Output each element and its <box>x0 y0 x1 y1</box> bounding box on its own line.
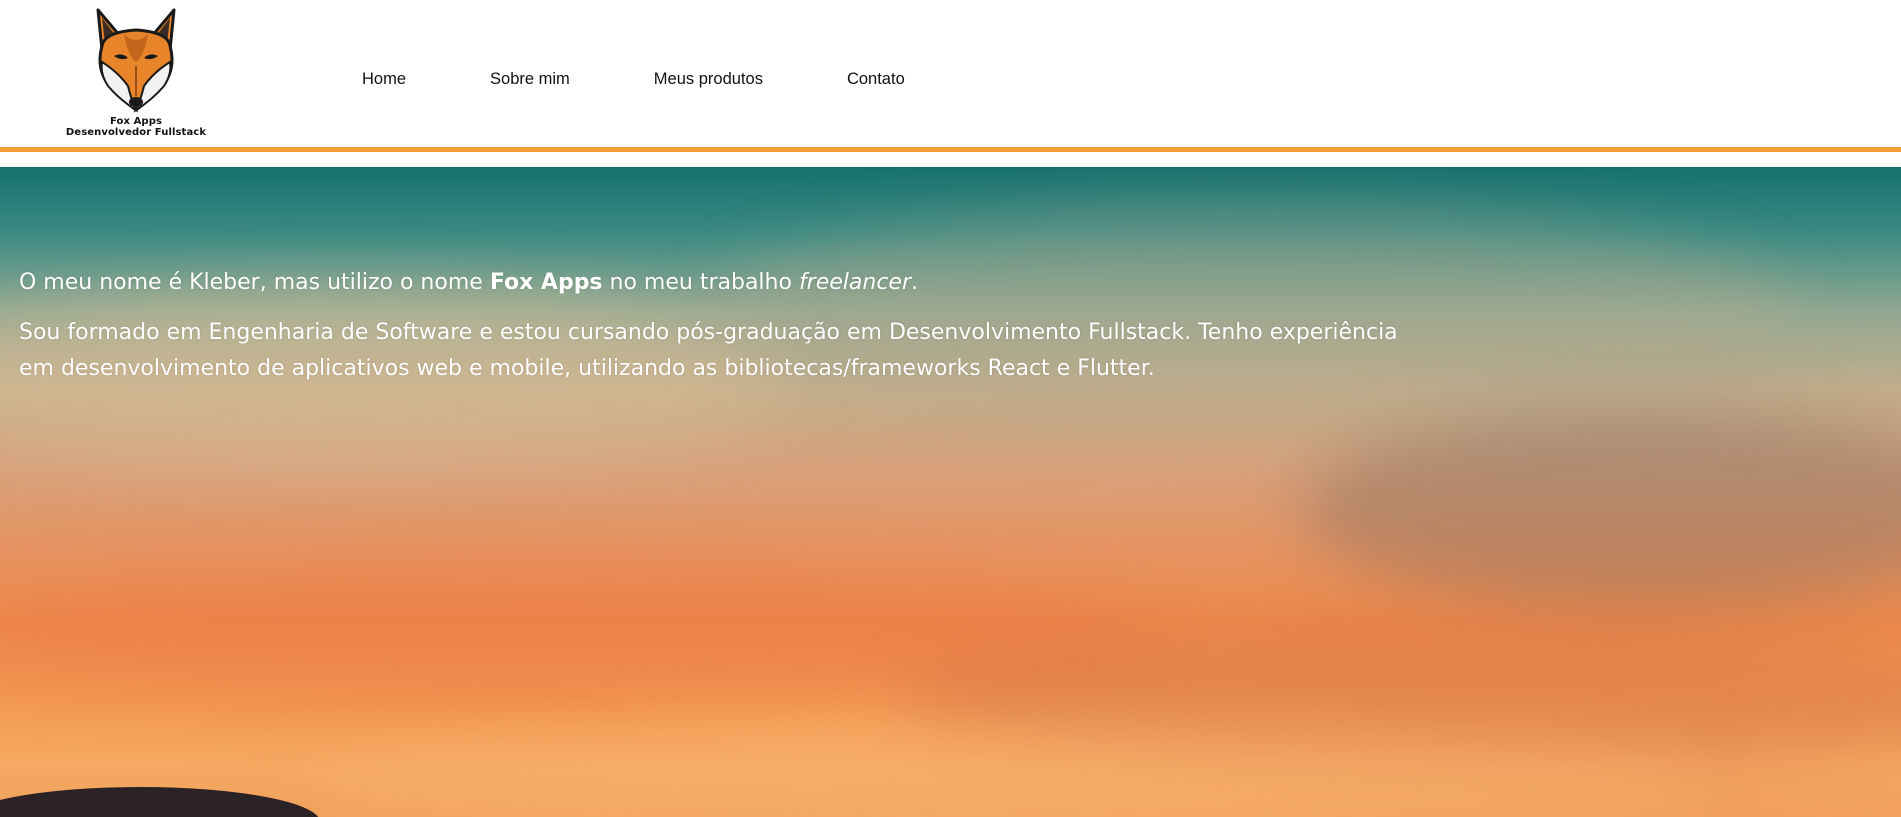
hero-section: O meu nome é Kleber, mas utilizo o nome … <box>0 167 1901 817</box>
logo-title: Fox Apps <box>109 116 163 127</box>
fox-head-icon <box>96 8 176 113</box>
freelancer-term: freelancer <box>798 270 912 295</box>
nav-sobre-mim-link[interactable]: Sobre mim <box>490 70 570 89</box>
nav-home-link[interactable]: Home <box>362 70 406 89</box>
brand-name: Fox Apps <box>489 270 603 295</box>
nav-contato-link[interactable]: Contato <box>847 70 905 89</box>
intro-paragraph: O meu nome é Kleber, mas utilizo o nome … <box>19 270 919 295</box>
bio-paragraph: Sou formado em Engenharia de Software e … <box>19 320 1398 381</box>
about-text: O meu nome é Kleber, mas utilizo o nome … <box>19 265 1439 387</box>
hill-silhouette <box>0 787 320 817</box>
main-nav: Home Sobre mim Meus produtos Contato <box>362 70 905 89</box>
site-header: Fox Apps Desenvolvedor Fullstack Home So… <box>0 0 1901 152</box>
logo-subtitle: Desenvolvedor Fullstack <box>65 127 207 138</box>
nav-meus-produtos-link[interactable]: Meus produtos <box>654 70 763 89</box>
logo[interactable]: Fox Apps Desenvolvedor Fullstack <box>56 6 216 140</box>
